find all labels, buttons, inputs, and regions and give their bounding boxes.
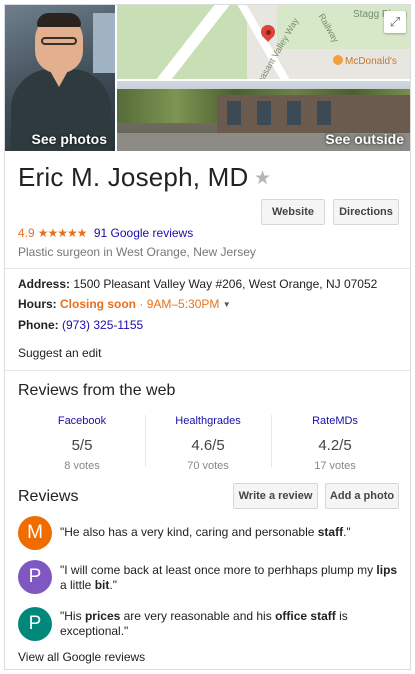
map-park [117,5,247,79]
divider [5,370,410,371]
web-review-votes: 17 votes [314,460,356,472]
quote-keyword: prices [84,609,121,623]
photos-tile[interactable]: See photos [5,5,115,151]
quote-keyword: bit [94,578,110,592]
map-pin-dot [266,30,271,35]
photo-window [93,13,115,73]
review-quote: "I will come back at least once more to … [60,563,400,593]
directions-button[interactable]: Directions [333,199,399,225]
web-review-score: 4.6/5 [191,437,225,454]
hours-row[interactable]: Hours: Closing soon · 9AM–5:30PM ▼ [18,297,231,311]
quote-keyword: staff [317,525,344,539]
save-star-icon[interactable]: ★ [254,167,271,190]
rating-value: 4.9 [18,226,35,240]
mcdonalds-text: McDonald's [345,56,397,67]
expand-map-icon[interactable]: ⤢ [384,11,406,33]
web-review-votes: 70 votes [187,460,229,472]
business-name: Eric M. Joseph, MD [18,162,249,192]
chevron-down-icon[interactable]: ▼ [223,300,231,309]
hours-label: Hours: [18,297,57,311]
review-quote: "He also has a very kind, caring and per… [60,525,400,540]
business-category: Plastic surgeon in West Orange, New Jers… [18,245,256,259]
quote-text: are very reasonable and his [120,609,276,623]
quote-text: ." [109,578,117,592]
phone-row: Phone: (973) 325-1155 [18,318,143,332]
web-review-source-link[interactable]: RateMDs [312,415,358,427]
quote-text: "He also has a very kind, caring and per… [60,525,318,539]
divider [5,268,410,269]
address-value: 1500 Pleasant Valley Way #206, West Oran… [73,277,378,291]
web-review-facebook: Facebook 5/5 8 votes [22,411,142,472]
web-review-ratemds: RateMDs 4.2/5 17 votes [275,411,395,472]
web-review-score: 5/5 [71,437,93,454]
reviews-heading: Reviews [18,488,79,505]
hours-separator: · [136,297,147,311]
outside-tile[interactable]: See outside [117,81,410,151]
reviewer-avatar: M [18,516,52,550]
view-all-reviews-link[interactable]: View all Google reviews [18,650,145,664]
hours-status: Closing soon [60,297,137,311]
web-review-source-link[interactable]: Healthgrades [175,415,240,427]
rating-row: 4.9 ★★★★★ 91 Google reviews [18,226,193,240]
write-review-button[interactable]: Write a review [233,483,318,509]
address-label: Address: [18,277,71,291]
building-window [317,101,331,125]
web-review-source-link[interactable]: Facebook [58,415,106,427]
knowledge-panel: See photos Stagg Playg Pleasant Valley W… [4,4,411,670]
web-review-score: 4.2/5 [318,437,352,454]
building-window [257,101,271,125]
column-divider [145,415,146,467]
web-review-votes: 8 votes [64,460,100,472]
quote-text: a little [60,578,95,592]
website-button[interactable]: Website [261,199,325,225]
address-row: Address: 1500 Pleasant Valley Way #206, … [18,277,377,291]
phone-link[interactable]: (973) 325-1155 [62,318,143,332]
rating-stars-icon: ★★★★★ [37,226,88,240]
map-label-mcdonalds: McDonald's [333,55,397,67]
reviewer-avatar: P [18,560,52,594]
doctor-hair [37,13,81,27]
outside-building [217,95,410,135]
see-outside-label: See outside [325,131,404,147]
web-review-healthgrades: Healthgrades 4.6/5 70 votes [148,411,268,472]
building-window [287,101,301,125]
suggest-edit-link[interactable]: Suggest an edit [18,346,101,360]
map-tile[interactable]: Stagg Playg Pleasant Valley Way Railway … [117,5,410,79]
see-photos-label: See photos [31,131,107,147]
quote-keyword: office staff [275,609,336,623]
building-window [227,101,241,125]
reviewer-avatar: P [18,607,52,641]
google-reviews-link[interactable]: 91 Google reviews [94,226,193,240]
hours-value: 9AM–5:30PM [146,297,220,311]
review-quote: "His prices are very reasonable and his … [60,609,400,639]
add-photo-button[interactable]: Add a photo [325,483,399,509]
column-divider [271,415,272,467]
doctor-glasses [41,37,77,45]
phone-label: Phone: [18,318,59,332]
quote-text: "His [60,609,85,623]
quote-text: ." [343,525,351,539]
quote-text: "I will come back at least once more to … [60,563,377,577]
quote-keyword: lips [376,563,398,577]
web-reviews-heading: Reviews from the web [18,382,176,399]
restaurant-icon [333,55,343,65]
